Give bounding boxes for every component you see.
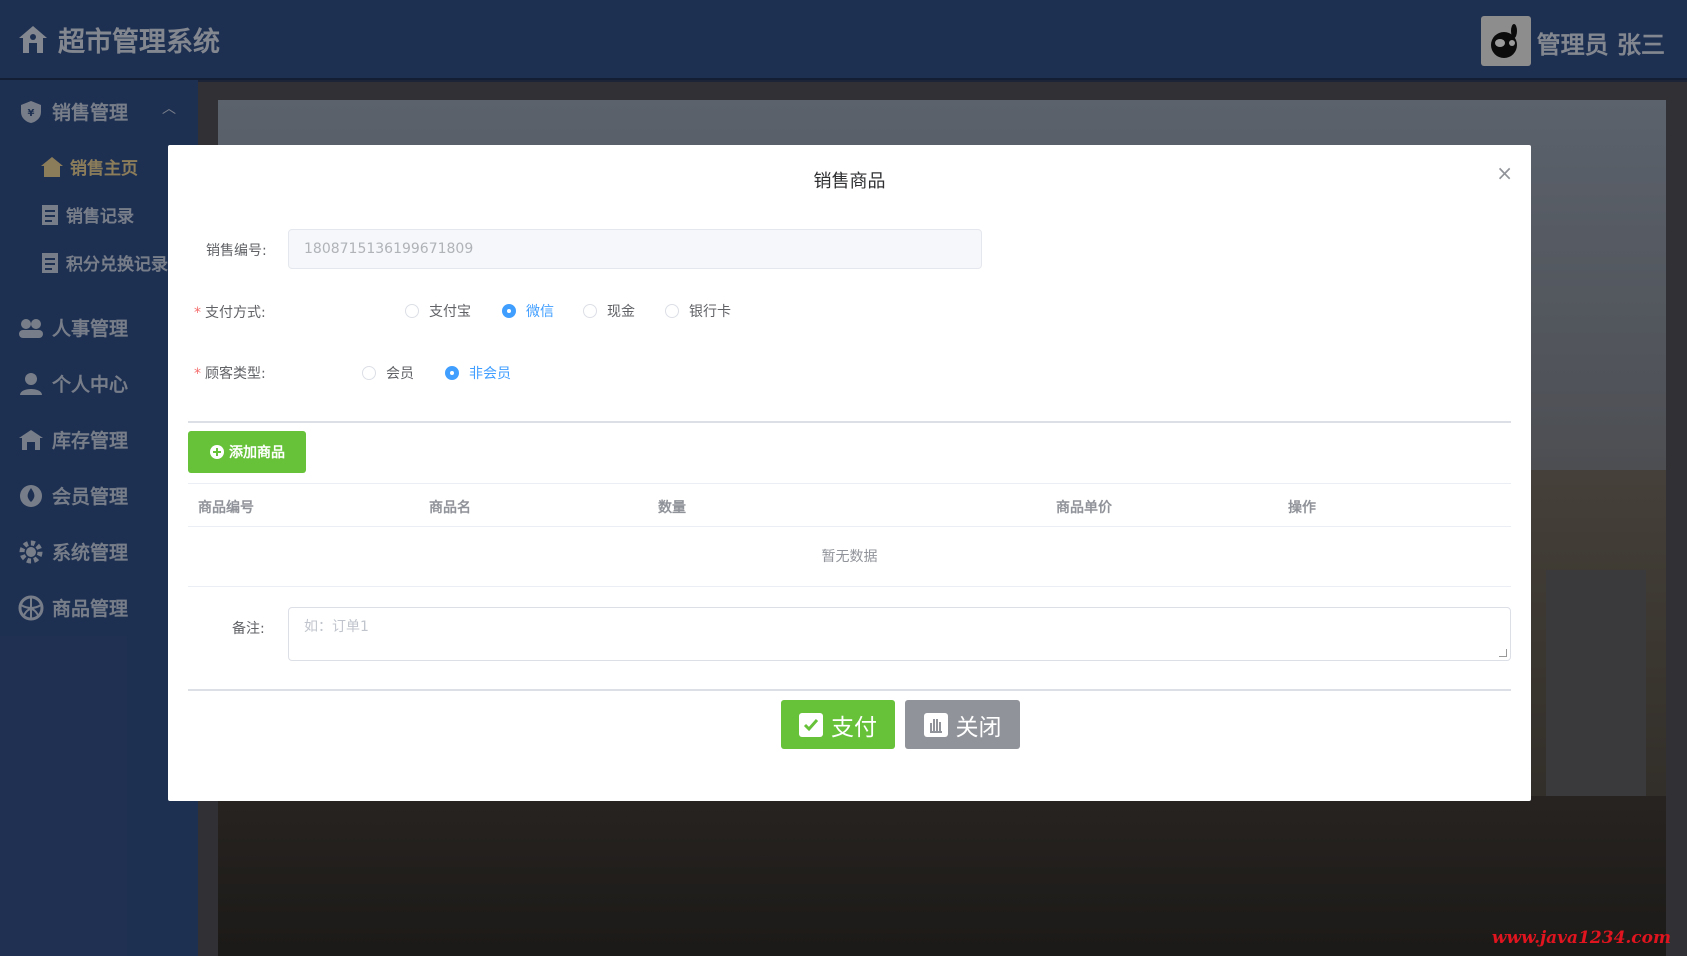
column-header: 数量 [658,500,686,516]
remark-placeholder: 如：订单1 [304,619,369,635]
payment-radio-cash[interactable]: 现金 [583,301,635,321]
sale-no-label: 销售编号: [206,243,267,259]
close-button[interactable]: 关闭 [905,700,1020,749]
payment-label: * 支付方式: [194,305,266,321]
column-header: 商品名 [429,500,471,516]
dialog-title: 销售商品 [813,171,886,192]
customer-radio-member[interactable]: 会员 [362,363,414,383]
customer-type-label: * 顾客类型: [194,366,266,382]
divider [188,689,1511,691]
payment-radio-wechat[interactable]: 微信 [502,301,554,321]
column-header: 商品编号 [198,500,254,516]
sale-no-input: 1808715136199671809 [288,229,982,269]
payment-radio-alipay[interactable]: 支付宝 [405,301,471,321]
add-product-button[interactable]: 添加商品 [188,431,306,473]
customer-radio-non-member[interactable]: 非会员 [445,363,511,383]
sale-dialog: 销售商品 × 销售编号: 1808715136199671809 * 支付方式: … [168,145,1531,801]
plus-circle-icon [210,445,224,459]
hand-icon [923,712,948,737]
products-table: 商品编号 商品名 数量 商品单价 操作 暂无数据 [188,483,1511,587]
check-square-icon [799,712,823,737]
table-empty-text: 暂无数据 [188,527,1511,587]
table-header: 商品编号 商品名 数量 商品单价 操作 [188,483,1511,527]
resize-handle[interactable] [1499,649,1507,657]
watermark: www.java1234.com [1491,928,1671,948]
remark-textarea[interactable]: 如：订单1 [288,607,1511,661]
payment-radio-bankcard[interactable]: 银行卡 [665,301,731,321]
column-header: 商品单价 [1056,500,1112,516]
remark-label: 备注: [232,621,265,637]
column-header: 操作 [1288,500,1316,516]
divider [188,421,1511,423]
pay-button[interactable]: 支付 [781,700,895,749]
close-icon[interactable]: × [1496,161,1513,185]
